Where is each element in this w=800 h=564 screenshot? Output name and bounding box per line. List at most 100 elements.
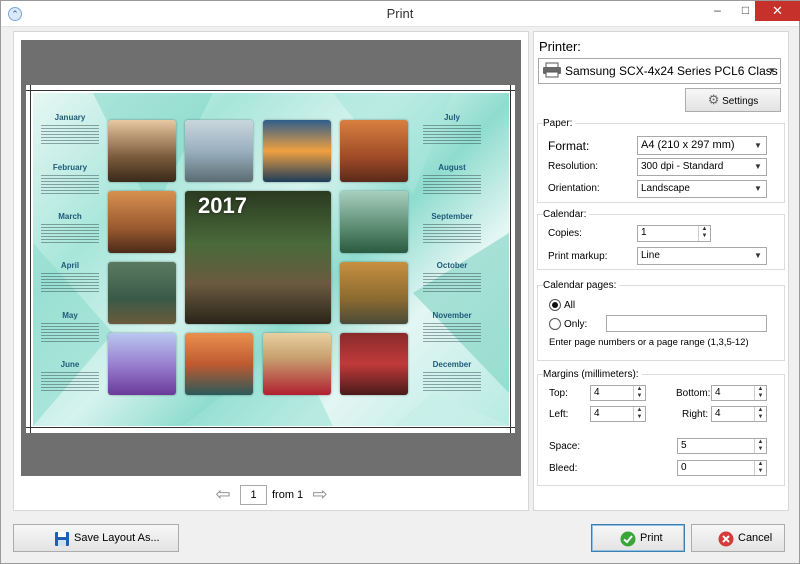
bleed-value: 0	[681, 462, 687, 473]
gear-icon: ⚙	[707, 92, 720, 107]
chevron-down-icon: ▼	[768, 66, 776, 75]
cancel-button[interactable]: Cancel	[691, 524, 785, 552]
bottom-margin-spinner[interactable]: 4 ▲ ▼	[711, 385, 767, 401]
format-select[interactable]: A4 (210 x 297 mm) ▼	[637, 136, 767, 155]
spin-arrows-icon[interactable]: ▲ ▼	[754, 386, 766, 400]
printer-icon	[543, 62, 561, 78]
month-november: November	[423, 311, 481, 343]
resolution-label: Resolution:	[548, 161, 599, 172]
space-spinner[interactable]: 5 ▲ ▼	[677, 438, 767, 454]
page-range-hint: Enter page numbers or a page range (1,3,…	[549, 337, 749, 348]
format-label: Format:	[548, 139, 590, 153]
month-march: March	[41, 212, 99, 244]
print-label: Print	[640, 532, 663, 544]
only-pages-label: Only:	[564, 319, 588, 330]
all-pages-label: All	[564, 300, 576, 311]
print-markup-label: Print markup:	[548, 251, 608, 262]
cancel-icon	[718, 531, 734, 547]
settings-label: Settings	[722, 96, 759, 107]
print-dialog: ⌃ Print – □ ✕ January February March Apr…	[0, 0, 800, 564]
orientation-value: Landscape	[641, 183, 690, 194]
format-value: A4 (210 x 297 mm)	[641, 139, 735, 151]
spin-arrows-icon[interactable]: ▲ ▼	[633, 407, 645, 421]
month-february: February	[41, 163, 99, 195]
right-margin-spinner[interactable]: 4 ▲ ▼	[711, 406, 767, 422]
bleed-spinner[interactable]: 0 ▲ ▼	[677, 460, 767, 476]
copies-label: Copies:	[548, 228, 582, 239]
month-october: October	[423, 261, 481, 293]
next-page-button[interactable]: ⇨	[310, 484, 330, 504]
left-margin-value: 4	[594, 408, 600, 419]
crop-line-top	[26, 90, 515, 91]
spin-arrows-icon[interactable]: ▲ ▼	[754, 461, 766, 475]
spin-arrows-icon[interactable]: ▲ ▼	[698, 226, 710, 241]
print-button[interactable]: Print	[591, 524, 685, 552]
close-button[interactable]: ✕	[755, 1, 800, 21]
month-april: April	[41, 261, 99, 293]
crop-line-left	[30, 85, 31, 433]
orientation-select[interactable]: Landscape ▼	[637, 180, 767, 198]
bottom-margin-label: Bottom:	[676, 388, 711, 399]
calendar-group-title: Calendar:	[543, 209, 590, 220]
printer-name: Samsung SCX-4x24 Series PCL6 Class Drive…	[565, 64, 780, 78]
photo-red-forest	[340, 333, 408, 395]
printer-label: Printer:	[539, 39, 581, 54]
month-may: May	[41, 311, 99, 343]
right-margin-value: 4	[715, 408, 721, 419]
copies-value: 1	[641, 227, 647, 238]
month-june: June	[41, 360, 99, 392]
spin-arrows-icon[interactable]: ▲ ▼	[754, 439, 766, 453]
month-september: September	[423, 212, 481, 244]
left-margin-label: Left:	[549, 409, 569, 420]
top-margin-value: 4	[594, 387, 600, 398]
page-range-input[interactable]	[606, 315, 767, 332]
title-bar: ⌃ Print – □ ✕	[1, 1, 800, 27]
checkmark-icon	[620, 531, 636, 547]
resolution-value: 300 dpi - Standard	[641, 161, 724, 172]
calendar-page: January February March April May June Ju…	[33, 93, 509, 426]
chevron-down-icon: ▼	[754, 184, 762, 193]
save-layout-label: Save Layout As...	[74, 532, 160, 544]
all-pages-radio[interactable]	[549, 299, 561, 311]
month-december: December	[423, 360, 481, 392]
month-august: August	[423, 163, 481, 195]
photo-purple-mountains	[108, 333, 176, 395]
photo-forest-road	[108, 262, 176, 324]
margins-title: Margins (millimeters):	[543, 369, 642, 380]
left-margin-spinner[interactable]: 4 ▲ ▼	[590, 406, 646, 422]
chevron-down-icon: ▼	[754, 251, 762, 260]
prev-page-button[interactable]: ⇦	[213, 484, 233, 504]
arrow-left-icon: ⇦	[215, 484, 231, 504]
space-label: Space:	[549, 441, 581, 452]
only-pages-radio[interactable]	[549, 318, 561, 330]
top-margin-spinner[interactable]: 4 ▲ ▼	[590, 385, 646, 401]
print-markup-value: Line	[641, 250, 660, 261]
arrow-right-icon: ⇨	[312, 484, 328, 504]
paper-group-title: Paper:	[543, 118, 576, 129]
page-number-input[interactable]: 1	[240, 485, 267, 505]
bleed-label: Bleed:	[549, 463, 578, 474]
printer-settings-button[interactable]: ⚙ Settings	[685, 88, 781, 112]
month-january: January	[41, 113, 99, 145]
photo-beach-sunset	[185, 333, 253, 395]
spin-arrows-icon[interactable]: ▲ ▼	[633, 386, 645, 400]
space-value: 5	[681, 440, 687, 451]
photo-flower-field	[263, 333, 331, 395]
copies-spinner[interactable]: 1 ▲ ▼	[637, 225, 711, 242]
spin-arrows-icon[interactable]: ▲ ▼	[754, 407, 766, 421]
top-margin-label: Top:	[549, 388, 568, 399]
print-markup-select[interactable]: Line ▼	[637, 247, 767, 265]
save-layout-button[interactable]: Save Layout As...	[13, 524, 179, 552]
crop-line-bottom	[26, 427, 515, 428]
photo-sea-sunset	[263, 120, 331, 182]
printer-select[interactable]: Samsung SCX-4x24 Series PCL6 Class Drive…	[538, 58, 781, 84]
photo-forest-sunset	[108, 120, 176, 182]
resolution-select[interactable]: 300 dpi - Standard ▼	[637, 158, 767, 176]
crop-line-right	[510, 85, 511, 433]
chevron-down-icon: ▼	[754, 162, 762, 171]
minimize-button[interactable]: –	[704, 1, 731, 21]
window-title: Print	[386, 6, 414, 21]
preview-sheet: January February March April May June Ju…	[26, 85, 515, 433]
photo-mountain-lake	[185, 120, 253, 182]
month-july: July	[423, 113, 481, 145]
